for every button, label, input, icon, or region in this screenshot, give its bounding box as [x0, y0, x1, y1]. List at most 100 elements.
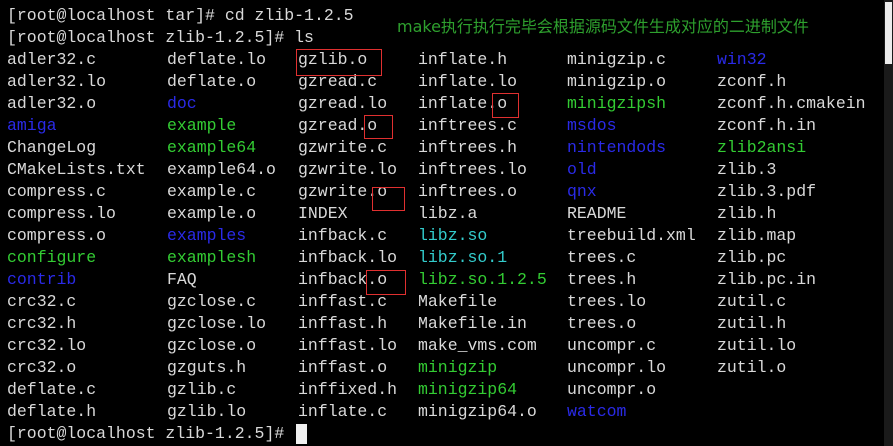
- file-entry: inffixed.h: [298, 380, 398, 399]
- file-entry: make_vms.com: [418, 336, 537, 355]
- file-entry: msdos: [567, 116, 617, 135]
- listing-row: amiga example gzread.o inftrees.c msdos zconf…: [0, 115, 893, 137]
- file-entry: uncompr.lo: [567, 358, 667, 377]
- listing-row: crc32.o gzguts.h inffast.o minigzip uncompr.…: [0, 357, 893, 379]
- file-entry: deflate.h: [7, 402, 97, 421]
- file-entry: zconf.h.cmakein: [717, 94, 866, 113]
- file-entry: zlib.map: [717, 226, 797, 245]
- file-entry: inftrees.o: [418, 182, 518, 201]
- file-entry: minigzip64: [418, 380, 518, 399]
- file-entry: infback.c: [298, 226, 388, 245]
- file-entry: minigzip.c: [567, 50, 667, 69]
- listing-row: CMakeLists.txt example64.o gzwrite.lo inftr…: [0, 159, 893, 181]
- highlight-box-infback-o: [366, 270, 406, 295]
- listing-row: adler32.c deflate.lo gzlib.o inflate.h minig…: [0, 49, 893, 71]
- file-entry: trees.lo: [567, 292, 647, 311]
- file-entry: inftrees.lo: [418, 160, 527, 179]
- listing-row: adler32.o doc gzread.lo inflate.o minigzipsh…: [0, 93, 893, 115]
- file-entry: example64: [167, 138, 257, 157]
- file-entry: libz.so.1.2.5: [418, 270, 547, 289]
- file-entry: libz.so: [418, 226, 488, 245]
- final-prompt: [root@localhost zlib-1.2.5]#: [7, 424, 285, 443]
- file-entry: minigzip.o: [567, 72, 667, 91]
- file-entry: zutil.o: [717, 358, 787, 377]
- file-entry: Makefile: [418, 292, 498, 311]
- file-entry: inffast.lo: [298, 336, 398, 355]
- file-entry: adler32.c: [7, 50, 97, 69]
- file-entry: zutil.h: [717, 314, 787, 333]
- file-entry: libz.a: [418, 204, 478, 223]
- file-entry: crc32.h: [7, 314, 77, 333]
- file-entry: zlib.3.pdf: [717, 182, 817, 201]
- file-entry: zlib.3: [717, 160, 777, 179]
- prompt-line-ls: [root@localhost zlib-1.2.5]# ls: [7, 28, 314, 47]
- file-entry: example64.o: [167, 160, 276, 179]
- file-entry: zlib.pc.in: [717, 270, 817, 289]
- file-entry: gzclose.lo: [167, 314, 267, 333]
- file-entry: qnx: [567, 182, 597, 201]
- listing-row: deflate.c gzlib.c inffixed.h minigzip64 unco…: [0, 379, 893, 401]
- file-entry: zutil.lo: [717, 336, 797, 355]
- file-entry: treebuild.xml: [567, 226, 696, 245]
- file-entry: inftrees.c: [418, 116, 518, 135]
- highlight-box-inflate-o: [492, 93, 519, 118]
- file-entry: minigzip64.o: [418, 402, 537, 421]
- file-entry: examples: [167, 226, 247, 245]
- file-entry: contrib: [7, 270, 77, 289]
- listing-row: deflate.h gzlib.lo inflate.c minigzip64.o wa…: [0, 401, 893, 423]
- listing-row: compress.c example.c gzwrite.o inftrees.o qn…: [0, 181, 893, 203]
- file-entry: gzguts.h: [167, 358, 247, 377]
- file-entry: uncompr.o: [567, 380, 657, 399]
- file-entry: gzwrite.lo: [298, 160, 398, 179]
- file-entry: amiga: [7, 116, 57, 135]
- file-entry: crc32.o: [7, 358, 77, 377]
- file-entry: compress.o: [7, 226, 107, 245]
- file-entry: zconf.h: [717, 72, 787, 91]
- file-entry: CMakeLists.txt: [7, 160, 146, 179]
- file-entry: example.o: [167, 204, 257, 223]
- file-entry: gzlib.lo: [167, 402, 247, 421]
- file-entry: gzlib.c: [167, 380, 237, 399]
- file-entry: adler32.o: [7, 94, 97, 113]
- file-entry: gzclose.c: [167, 292, 257, 311]
- terminal-window[interactable]: [root@localhost tar]# cd zlib-1.2.5 [roo…: [0, 0, 893, 446]
- highlight-box-gzlib-o: [296, 49, 382, 76]
- file-entry: libz.so.1: [418, 248, 508, 267]
- file-entry: examplesh: [167, 248, 257, 267]
- file-entry: uncompr.c: [567, 336, 657, 355]
- file-entry: adler32.lo: [7, 72, 107, 91]
- file-entry: gzread.lo: [298, 94, 388, 113]
- file-entry: minigzipsh: [567, 94, 667, 113]
- prompt-line-cd: [root@localhost tar]# cd zlib-1.2.5: [7, 6, 354, 25]
- file-entry: trees.c: [567, 248, 637, 267]
- file-entry: compress.lo: [7, 204, 116, 223]
- scrollbar[interactable]: [884, 0, 893, 446]
- scrollbar-thumb[interactable]: [885, 2, 892, 64]
- listing-row: adler32.lo deflate.o gzread.c inflate.lo min…: [0, 71, 893, 93]
- highlight-box-gzwrite-o: [372, 187, 405, 211]
- file-entry: trees.o: [567, 314, 637, 333]
- file-entry: zlib.h: [717, 204, 777, 223]
- file-entry: example: [167, 116, 237, 135]
- file-entry: ChangeLog: [7, 138, 97, 157]
- file-entry: watcom: [567, 402, 627, 421]
- file-entry: zconf.h.in: [717, 116, 817, 135]
- listing-row: crc32.h gzclose.lo inffast.h Makefile.in tre…: [0, 313, 893, 335]
- file-entry: zutil.c: [717, 292, 787, 311]
- file-entry: crc32.lo: [7, 336, 87, 355]
- file-entry: gzwrite.c: [298, 138, 388, 157]
- file-entry: example.c: [167, 182, 257, 201]
- listing-row: contrib FAQ infback.o libz.so.1.2.5 trees.h z…: [0, 269, 893, 291]
- file-entry: trees.h: [567, 270, 637, 289]
- text-cursor: [296, 424, 307, 444]
- listing-row: compress.o examples infback.c libz.so treebu…: [0, 225, 893, 247]
- listing-row: compress.lo example.o INDEX libz.a README zli…: [0, 203, 893, 225]
- file-entry: README: [567, 204, 627, 223]
- file-entry: compress.c: [7, 182, 107, 201]
- file-entry: configure: [7, 248, 97, 267]
- listing-row: crc32.lo gzclose.o inffast.lo make_vms.com u…: [0, 335, 893, 357]
- file-entry: inffast.h: [298, 314, 388, 333]
- file-entry: zlib2ansi: [717, 138, 807, 157]
- file-entry: infback.lo: [298, 248, 398, 267]
- file-entry: win32: [717, 50, 767, 69]
